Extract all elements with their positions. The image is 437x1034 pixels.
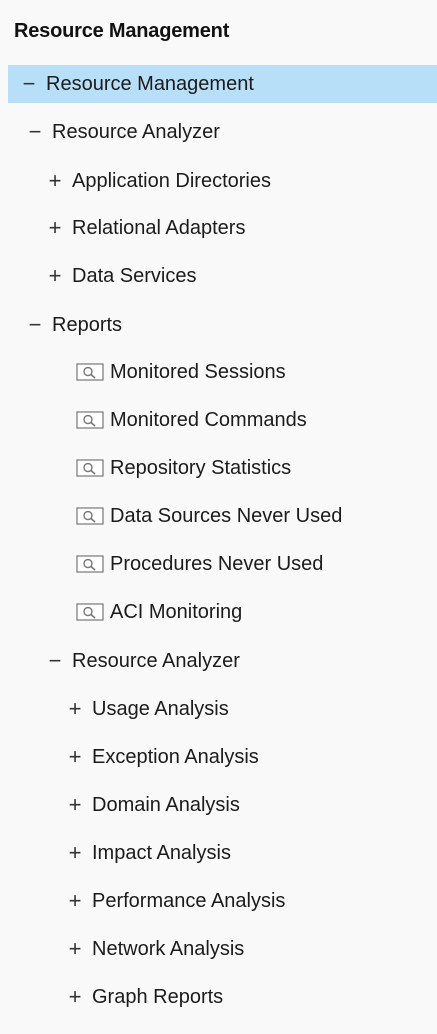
tree-node-network-analysis[interactable]: + Network Analysis [0,930,437,968]
report-icon [76,555,104,573]
tree-node-label: Application Directories [72,169,271,192]
tree-node-application-directories[interactable]: + Application Directories [0,162,437,200]
resource-management-panel: Resource Management − Resource Managemen… [0,0,437,1034]
expand-icon[interactable]: + [64,986,86,1008]
report-item-label: Monitored Sessions [110,360,286,383]
tree-node-label: Data Services [72,264,197,287]
tree-node-label: Graph Reports [92,985,224,1008]
expand-icon[interactable]: + [64,746,86,768]
tree-node-impact-analysis[interactable]: + Impact Analysis [0,834,437,872]
tree-node-label: Reports [52,313,123,336]
tree-node-reports[interactable]: − Reports [0,306,437,344]
expand-icon[interactable]: + [64,698,86,720]
tree-node-label: Exception Analysis [92,745,259,768]
tree-node-graph-reports[interactable]: + Graph Reports [0,978,437,1016]
collapse-icon[interactable]: − [18,73,40,95]
tree-node-resource-analyzer[interactable]: − Resource Analyzer [0,642,437,680]
report-icon [76,363,104,381]
tree-node-label: Network Analysis [92,937,245,960]
tree-node-label: Resource Management [46,72,254,95]
report-icon [76,459,104,477]
expand-icon[interactable]: + [44,170,66,192]
report-item-monitored-commands[interactable]: Monitored Commands [0,401,437,439]
expand-icon[interactable]: + [64,842,86,864]
report-item-repository-statistics[interactable]: Repository Statistics [0,449,437,487]
tree-node-label: Performance Analysis [92,889,286,912]
report-icon [76,507,104,525]
report-item-monitored-sessions[interactable]: Monitored Sessions [0,353,437,391]
report-item-aci-monitoring[interactable]: ACI Monitoring [0,593,437,631]
expand-icon[interactable]: + [44,265,66,287]
report-item-label: Repository Statistics [110,456,292,479]
tree-node-label: Relational Adapters [72,216,246,239]
report-item-label: Data Sources Never Used [110,504,343,527]
report-item-label: ACI Monitoring [110,600,243,623]
tree-node-label: Impact Analysis [92,841,231,864]
tree-node-resource-management[interactable]: − Resource Management [8,65,437,103]
collapse-icon[interactable]: − [24,121,46,143]
panel-title: Resource Management [14,20,230,42]
report-icon [76,603,104,621]
report-icon [76,411,104,429]
expand-icon[interactable]: + [64,890,86,912]
tree-node-relational-adapters[interactable]: + Relational Adapters [0,209,437,247]
report-item-procedures-never-used[interactable]: Procedures Never Used [0,545,437,583]
expand-icon[interactable]: + [64,794,86,816]
report-item-data-sources-never-used[interactable]: Data Sources Never Used [0,497,437,535]
collapse-icon[interactable]: − [24,314,46,336]
report-item-label: Monitored Commands [110,408,307,431]
tree-node-domain-analysis[interactable]: + Domain Analysis [0,786,437,824]
expand-icon[interactable]: + [64,938,86,960]
report-item-label: Procedures Never Used [110,552,324,575]
tree-node-performance-analysis[interactable]: + Performance Analysis [0,882,437,920]
tree-node-label: Domain Analysis [92,793,240,816]
tree-node-label: Resource Analyzer [72,649,240,672]
tree-node-exception-analysis[interactable]: + Exception Analysis [0,738,437,776]
tree-node-resource-analyzer[interactable]: − Resource Analyzer [0,113,437,151]
tree-node-label: Usage Analysis [92,697,229,720]
tree-node-label: Resource Analyzer [52,120,220,143]
collapse-icon[interactable]: − [44,650,66,672]
tree-node-data-services[interactable]: + Data Services [0,257,437,295]
tree-node-usage-analysis[interactable]: + Usage Analysis [0,690,437,728]
expand-icon[interactable]: + [44,217,66,239]
